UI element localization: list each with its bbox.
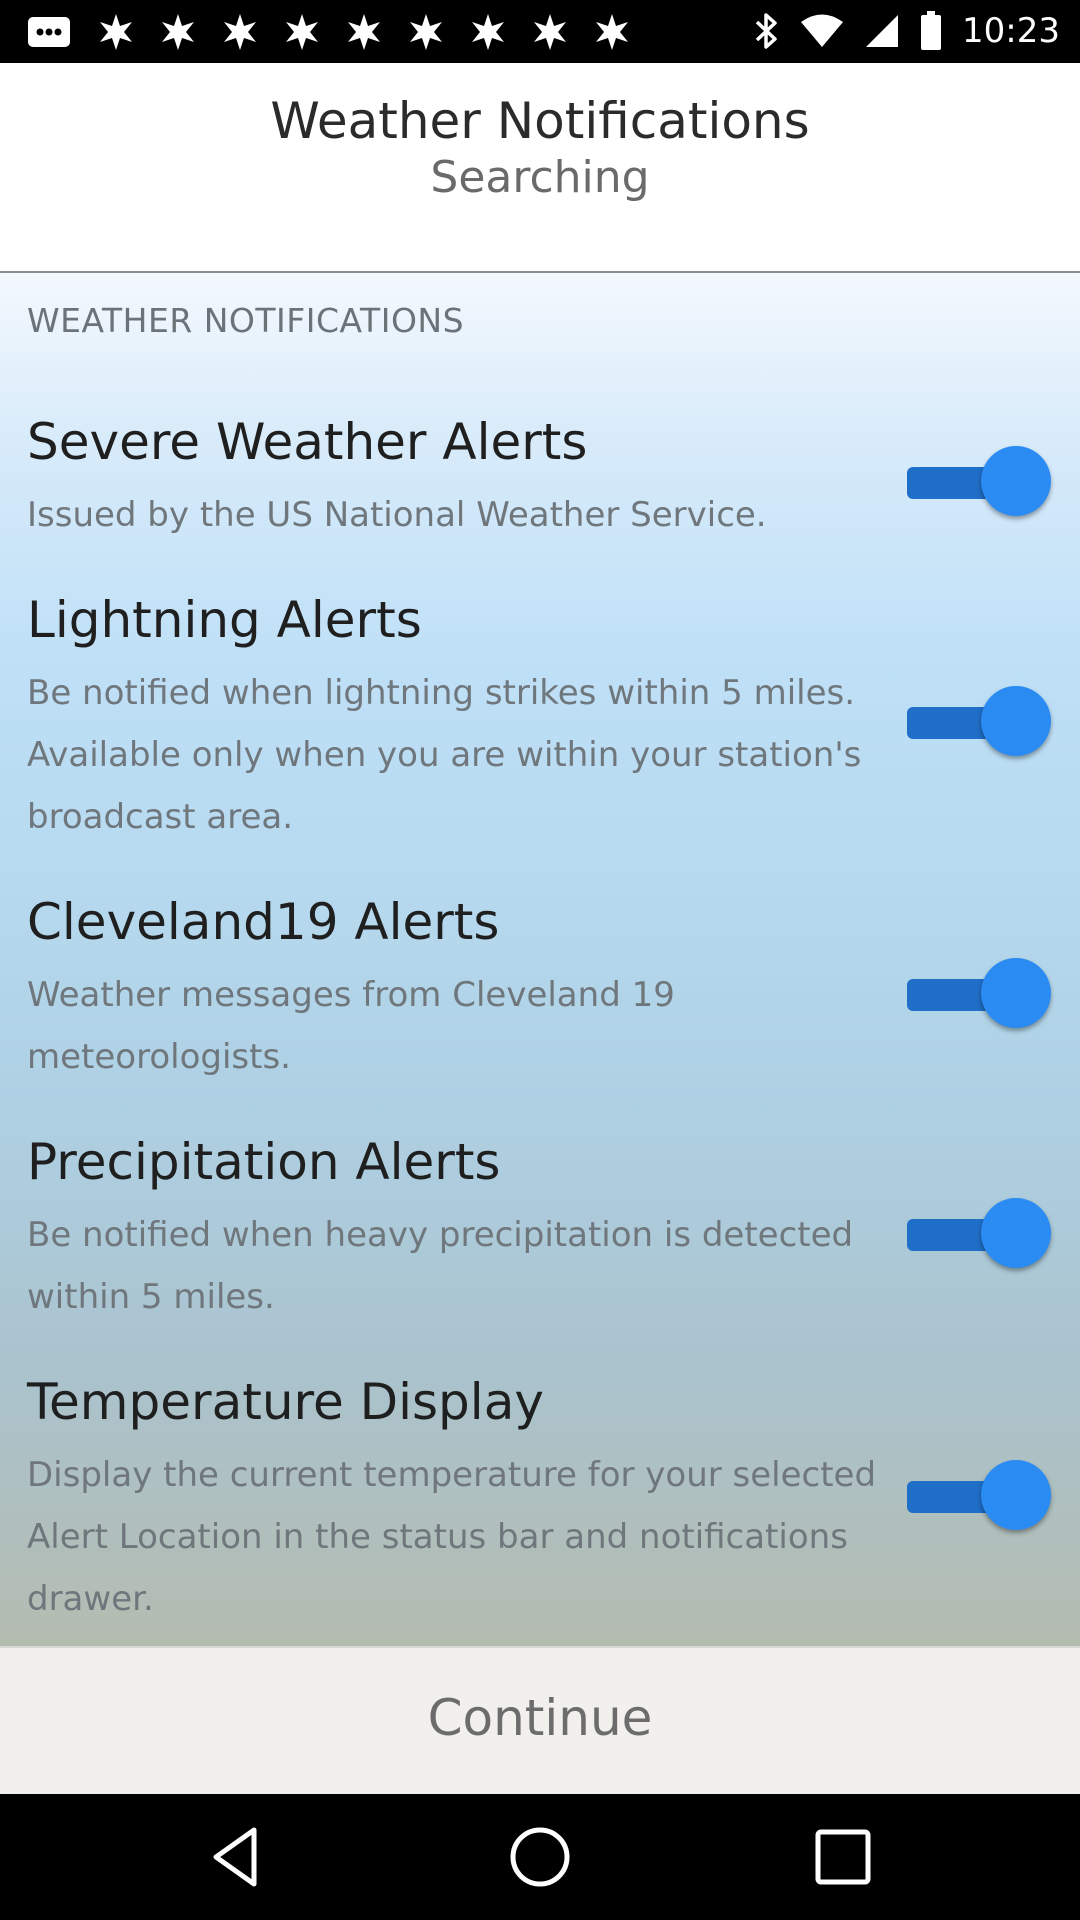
setting-title: Severe Weather Alerts <box>27 413 588 471</box>
fan-icon <box>596 14 628 50</box>
setting-description: Weather messages from Cleveland 19 meteo… <box>27 975 675 1077</box>
fan-icon <box>100 14 132 50</box>
setting-lightning-alerts[interactable]: Lightning Alerts Be notified when lightn… <box>0 588 1080 848</box>
setting-cleveland19-alerts[interactable]: Cleveland19 Alerts Weather messages from… <box>0 890 1080 1090</box>
toggle-thumb <box>981 1460 1051 1530</box>
back-icon[interactable] <box>204 1824 270 1890</box>
continue-button[interactable]: Continue <box>0 1646 1080 1794</box>
signal-icon <box>866 15 899 47</box>
page-title: Weather Notifications <box>270 92 810 150</box>
fan-icon <box>348 14 380 50</box>
continue-label: Continue <box>427 1689 653 1747</box>
bluetooth-icon <box>755 13 777 49</box>
setting-precipitation-alerts[interactable]: Precipitation Alerts Be notified when he… <box>0 1130 1080 1330</box>
cleveland19-alerts-toggle[interactable] <box>905 956 1053 1032</box>
setting-title: Precipitation Alerts <box>27 1133 501 1191</box>
toggle-thumb <box>981 958 1051 1028</box>
setting-description: Display the current temperature for your… <box>27 1455 877 1619</box>
battery-icon <box>921 11 942 50</box>
setting-title: Temperature Display <box>27 1373 544 1431</box>
toggle-thumb <box>981 446 1051 516</box>
fan-icon <box>162 14 194 50</box>
setting-temperature-display[interactable]: Temperature Display Display the current … <box>0 1370 1080 1630</box>
fan-icon <box>224 14 256 50</box>
status-time: 10:23 <box>962 11 1060 51</box>
home-icon[interactable] <box>507 1824 573 1890</box>
precipitation-alerts-toggle[interactable] <box>905 1196 1053 1272</box>
setting-title: Cleveland19 Alerts <box>27 893 500 951</box>
page-subtitle: Searching <box>430 152 650 203</box>
severe-weather-alerts-toggle[interactable] <box>905 444 1053 520</box>
header: Weather Notifications Searching <box>0 63 1080 273</box>
navigation-bar <box>0 1794 1080 1920</box>
toggle-thumb <box>981 1198 1051 1268</box>
fan-icon <box>410 14 442 50</box>
setting-description: Be notified when lightning strikes withi… <box>27 673 862 837</box>
toggle-thumb <box>981 686 1051 756</box>
system-icons: 10:23 <box>754 8 1060 54</box>
section-header: WEATHER NOTIFICATIONS <box>27 301 465 340</box>
settings-list[interactable]: WEATHER NOTIFICATIONS Severe Weather Ale… <box>0 273 1080 1646</box>
temperature-display-toggle[interactable] <box>905 1458 1053 1534</box>
fan-icon <box>472 14 504 50</box>
setting-severe-weather-alerts[interactable]: Severe Weather Alerts Issued by the US N… <box>0 410 1080 550</box>
fan-icon <box>286 14 318 50</box>
setting-description: Be notified when heavy precipitation is … <box>27 1215 854 1317</box>
fan-icon <box>534 14 566 50</box>
status-bar: 10:23 <box>0 0 1080 63</box>
recents-icon[interactable] <box>810 1824 876 1890</box>
message-icon <box>28 17 70 47</box>
screen: 10:23 Weather Notifications Searching WE… <box>0 0 1080 1920</box>
wifi-icon <box>801 14 844 47</box>
setting-description: Issued by the US National Weather Servic… <box>27 495 767 535</box>
setting-title: Lightning Alerts <box>27 591 422 649</box>
lightning-alerts-toggle[interactable] <box>905 684 1053 760</box>
notification-icons <box>26 12 630 52</box>
